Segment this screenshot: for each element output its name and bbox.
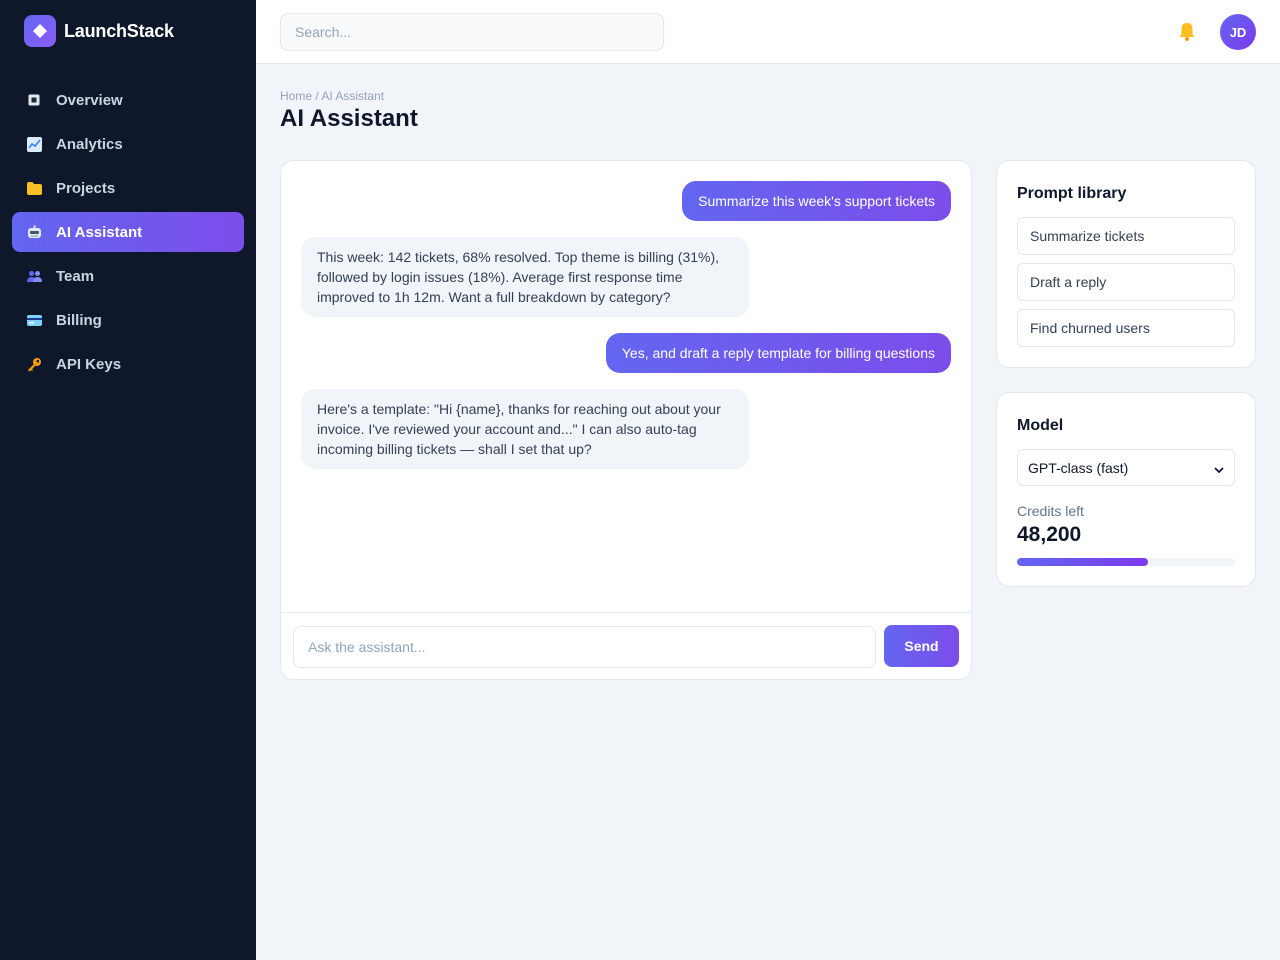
sidebar-item-label: Team — [56, 267, 95, 285]
avatar[interactable]: JD — [1220, 14, 1256, 50]
brand-name: LaunchStack — [64, 20, 174, 41]
folder-icon — [26, 180, 42, 196]
sidebar-item-label: API Keys — [56, 355, 122, 373]
team-icon — [26, 268, 42, 284]
credits-progress-bar — [1017, 558, 1235, 566]
prompt-item[interactable]: Draft a reply — [1017, 263, 1235, 301]
sidebar-item-label: Overview — [56, 91, 123, 109]
assistant-message: Here's a template: "Hi {name}, thanks fo… — [301, 389, 749, 469]
sidebar-nav: Overview Analytics Projects AI Assistant… — [12, 80, 244, 388]
page-title: AI Assistant — [280, 105, 418, 132]
robot-icon — [26, 224, 42, 240]
panel-title: Model — [1017, 417, 1064, 434]
bell-icon[interactable] — [1178, 22, 1196, 42]
sidebar-item-billing[interactable]: Billing — [12, 300, 244, 340]
sidebar-item-label: Billing — [56, 311, 102, 329]
user-message: Summarize this week's support tickets — [682, 181, 951, 221]
sidebar-item-ai-assistant[interactable]: AI Assistant — [12, 212, 244, 252]
user-message: Yes, and draft a reply template for bill… — [605, 333, 951, 373]
prompt-item[interactable]: Summarize tickets — [1017, 217, 1235, 255]
prompt-library-panel: Prompt library Summarize tickets Draft a… — [996, 160, 1256, 368]
panel-title: Prompt library — [1017, 185, 1127, 202]
send-button[interactable]: Send — [884, 625, 959, 667]
sidebar-item-projects[interactable]: Projects — [12, 168, 244, 208]
search-input[interactable] — [280, 13, 664, 51]
sidebar-item-overview[interactable]: Overview — [12, 80, 244, 120]
sidebar-item-team[interactable]: Team — [12, 256, 244, 296]
sidebar: LaunchStack Overview Analytics Projects … — [0, 0, 256, 960]
chat-panel: Summarize this week's support tickets Th… — [280, 160, 972, 680]
overview-icon — [26, 92, 42, 108]
chart-icon — [26, 136, 42, 152]
assistant-message: This week: 142 tickets, 68% resolved. To… — [301, 237, 749, 317]
sidebar-item-label: Analytics — [56, 135, 123, 153]
model-panel: Model GPT-class (fast) Credits left 48,2… — [996, 392, 1256, 587]
chat-input[interactable] — [293, 626, 876, 668]
key-icon — [26, 356, 42, 372]
brand[interactable]: LaunchStack — [24, 15, 174, 47]
credits-label: Credits left — [1017, 503, 1084, 519]
credits-value: 48,200 — [1017, 523, 1082, 546]
topbar: JD — [256, 0, 1280, 64]
breadcrumb: Home / AI Assistant — [280, 89, 385, 103]
model-select[interactable]: GPT-class (fast) — [1017, 449, 1235, 486]
model-select-value: GPT-class (fast) — [1028, 459, 1129, 476]
credit-card-icon — [26, 312, 42, 328]
sidebar-item-label: Projects — [56, 179, 116, 197]
sidebar-item-label: AI Assistant — [56, 223, 143, 241]
chat-composer: Send — [281, 612, 971, 679]
chevron-down-icon — [1214, 460, 1224, 476]
credits-progress-fill — [1017, 558, 1148, 566]
sidebar-item-api-keys[interactable]: API Keys — [12, 344, 244, 384]
brand-logo-icon — [24, 15, 56, 47]
sidebar-item-analytics[interactable]: Analytics — [12, 124, 244, 164]
prompt-item[interactable]: Find churned users — [1017, 309, 1235, 347]
